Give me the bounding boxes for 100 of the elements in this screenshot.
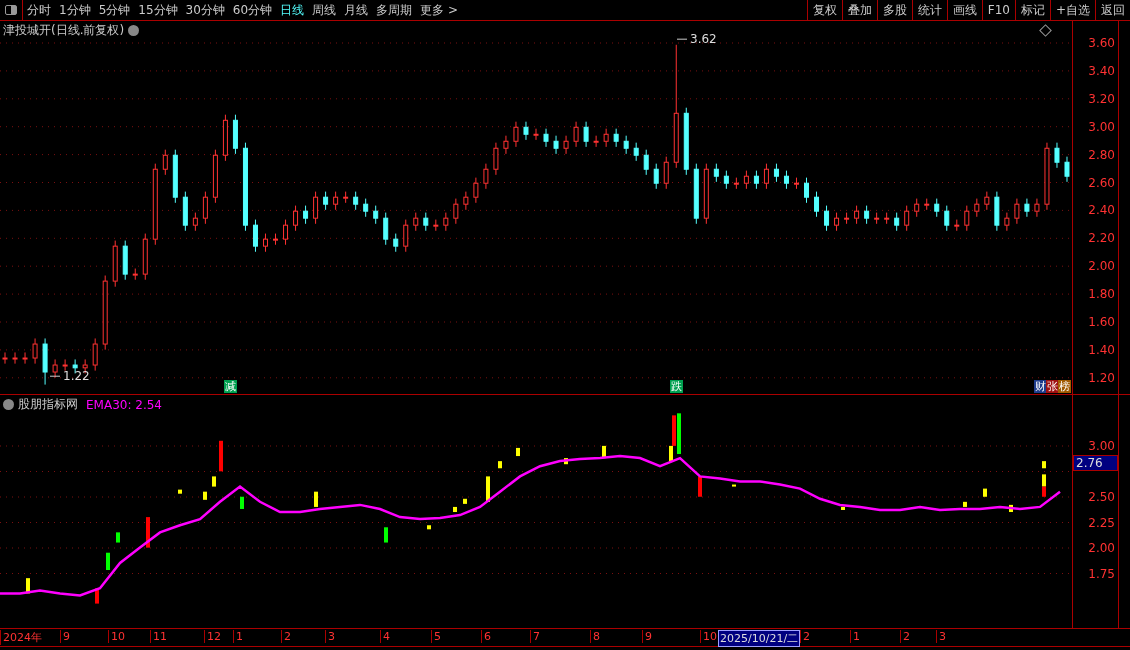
date-tick: 8 [590,630,600,643]
date-tick: 9 [642,630,652,643]
date-tick: 2 [900,630,910,643]
candle [52,358,58,379]
date-tick: 2 [281,630,291,643]
candle [653,163,659,190]
candle [834,212,840,232]
date-tick: 3 [325,630,335,643]
candle [202,191,208,225]
signal-bar [219,440,223,472]
period-tab[interactable]: 60分钟 [228,0,277,20]
candle [423,212,429,232]
period-tab[interactable]: 日线 [276,0,309,20]
candle [22,351,28,365]
candle [623,135,629,155]
candle [323,191,329,211]
candle [854,205,860,225]
signal-bar [240,496,244,509]
date-tick: 2024年 [0,630,42,645]
event-marker[interactable]: 榜 [1058,380,1071,393]
candle [994,191,1000,232]
price-tick: 2.60 [1088,175,1115,190]
toolbar-button[interactable]: 多股 [876,0,912,20]
signal-bar [983,488,987,497]
period-tab[interactable]: 分时 [23,0,55,20]
value-tick: 2.25 [1088,515,1115,530]
candle [1054,142,1060,169]
date-tick: 1 [850,630,860,643]
candle [743,170,749,190]
value-tick: 2.00 [1088,541,1115,555]
candle [563,135,569,155]
signal-bar [203,491,207,500]
candle [283,219,289,246]
signal-bar [178,489,182,494]
candle [773,163,779,183]
candle [964,205,970,232]
candle [954,219,960,232]
period-tab[interactable]: 周线 [308,0,341,20]
candle [363,198,369,218]
candle [783,170,789,190]
candle [573,121,579,148]
toolbar-button[interactable]: 统计 [911,0,947,20]
candle [1024,198,1030,218]
period-tab[interactable]: 更多 > [416,0,462,20]
signal-bar [498,461,502,469]
candle [894,212,900,232]
candle [122,240,128,281]
toolbar-button[interactable]: F10 [981,0,1015,20]
signal-bar [427,525,431,530]
candle [162,149,168,176]
candle [473,177,479,204]
date-tick: 2 [800,630,810,643]
toolbar-button[interactable]: 标记 [1014,0,1050,20]
candle [232,114,238,155]
leader-line [676,38,688,40]
candle [493,142,499,176]
candle [172,149,178,204]
candle [703,163,709,225]
date-tick: 3 [936,630,946,643]
period-tab[interactable]: 5分钟 [94,0,135,20]
signal-bar [106,552,110,570]
toolbar-button[interactable]: 返回 [1095,0,1130,20]
toolbar-button[interactable]: 画线 [946,0,982,20]
signal-bar [146,517,150,548]
chevron-icon[interactable] [128,25,140,36]
candle [273,233,278,246]
period-tab[interactable]: 1分钟 [55,0,95,20]
candle [924,198,930,211]
toolbar-button[interactable]: +自选 [1049,0,1095,20]
candle [1064,156,1070,183]
candle [914,198,920,218]
value-tick: 3.00 [1088,439,1115,453]
candle [1004,212,1010,232]
candle [453,198,459,225]
candle [443,212,449,232]
signal-bar [212,476,216,487]
signal-bar [963,501,967,507]
period-tab[interactable]: 月线 [340,0,373,20]
date-tick: 7 [530,630,540,643]
price-label: 3.62 [690,32,717,47]
candle [613,128,619,148]
period-tab[interactable]: 15分钟 [134,0,182,20]
signal-bar [463,498,467,504]
price-tick: 2.80 [1088,147,1115,162]
candle [603,128,609,148]
candle [663,156,669,190]
price-tick: 1.60 [1088,315,1115,329]
date-tick: 12 [204,630,221,643]
date-tick: 5 [431,630,441,643]
candle [413,212,419,232]
current-value-label: 2.76 [1073,455,1118,471]
signal-bar [26,578,30,594]
candle [463,191,469,211]
toolbar-button[interactable]: 复权 [806,0,842,20]
chevron-icon[interactable] [3,399,14,410]
indicator-name: 股朋指标网 [18,396,78,413]
candle [112,240,118,288]
period-tab[interactable]: 30分钟 [181,0,229,20]
toolbar-button[interactable]: 叠加 [841,0,877,20]
period-tab[interactable]: 多周期 [372,0,417,20]
